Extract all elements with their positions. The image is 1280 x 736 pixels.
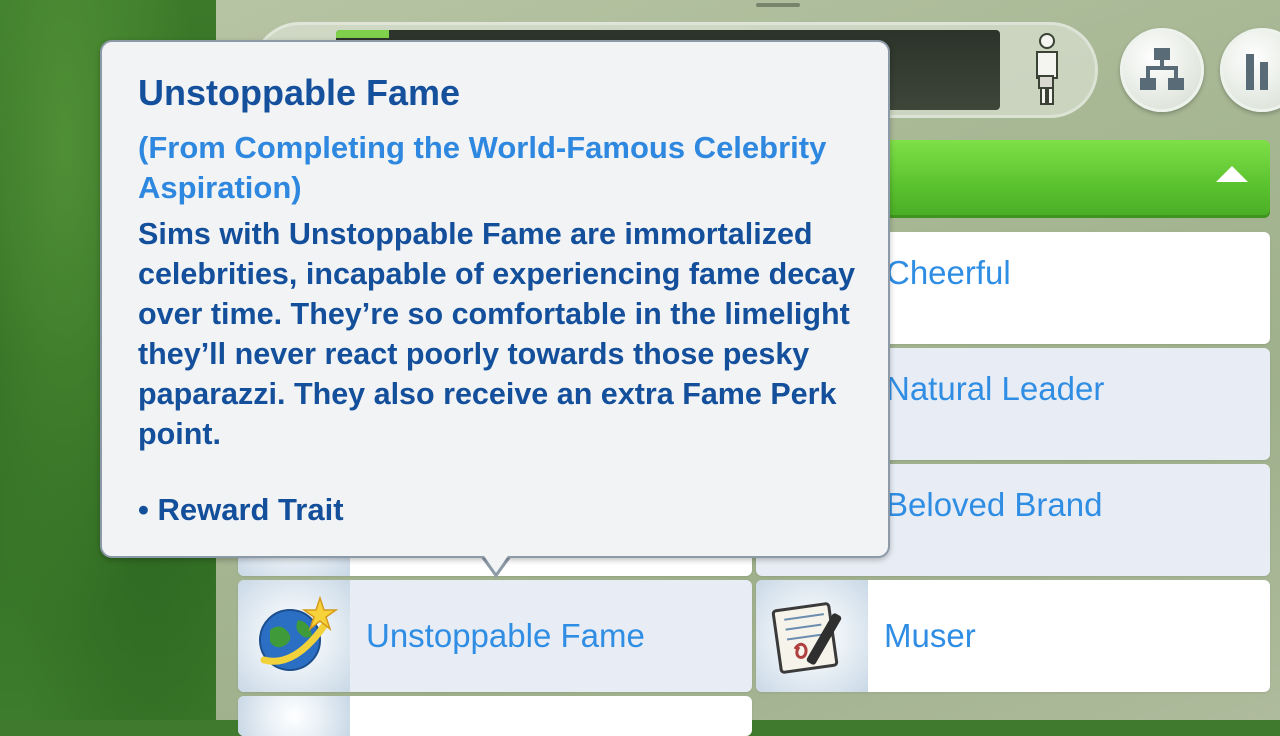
trait-icon-frame xyxy=(238,580,350,692)
hierarchy-icon xyxy=(1140,48,1184,90)
tooltip-pointer-fill xyxy=(482,553,510,573)
collapse-arrow-icon[interactable] xyxy=(1216,166,1248,182)
trait-icon-frame xyxy=(756,580,868,692)
tooltip-subtitle: (From Completing the World-Famous Celebr… xyxy=(138,130,827,205)
bar-chart-icon xyxy=(1246,54,1268,90)
tooltip-trait-type: • Reward Trait xyxy=(138,492,344,527)
trait-tooltip: Unstoppable Fame (From Completing the Wo… xyxy=(100,40,890,558)
tooltip-description: Sims with Unstoppable Fame are immortali… xyxy=(138,217,856,451)
fame-progress-fill xyxy=(336,30,390,38)
trait-icon-frame xyxy=(238,696,350,736)
hierarchy-button[interactable] xyxy=(1120,28,1204,112)
sim-figure-icon[interactable] xyxy=(1024,30,1070,110)
tooltip-title: Unstoppable Fame xyxy=(138,72,461,113)
trait-tile-muser[interactable]: Muser xyxy=(756,580,1270,692)
globe-star-icon xyxy=(259,595,339,671)
panel-grab-handle[interactable] xyxy=(756,3,800,7)
trait-tile-unstoppable-fame[interactable]: Unstoppable Fame xyxy=(238,580,752,692)
trait-label: Unstoppable Fame xyxy=(366,617,645,654)
notepad-pen-icon xyxy=(771,602,842,674)
category-header[interactable] xyxy=(868,140,1270,218)
trait-tile-partial[interactable] xyxy=(238,696,752,736)
trait-label: Natural Leader xyxy=(886,370,1105,407)
trait-label: Beloved Brand xyxy=(886,486,1103,523)
trait-label: Muser xyxy=(884,617,976,654)
trait-label: Cheerful xyxy=(886,254,1011,291)
